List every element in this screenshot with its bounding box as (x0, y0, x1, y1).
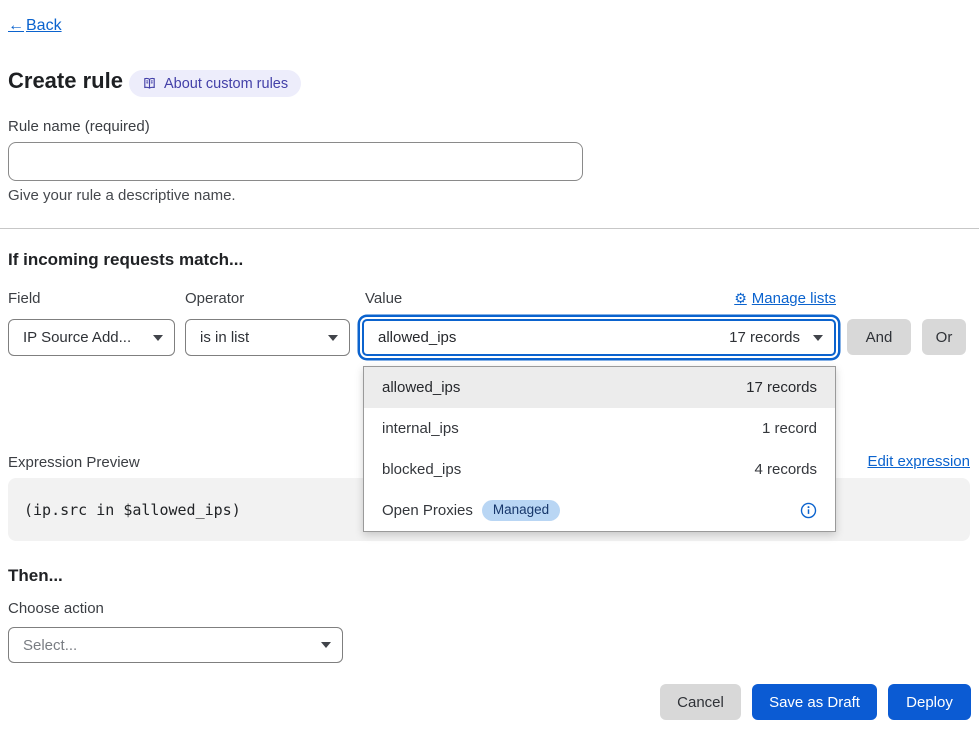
expression-code: (ip.src in $allowed_ips) (24, 501, 241, 519)
manage-lists-link[interactable]: ⚙ Manage lists (734, 290, 836, 307)
info-icon[interactable] (800, 502, 817, 519)
manage-lists-label: Manage lists (752, 290, 836, 307)
cancel-button[interactable]: Cancel (660, 684, 741, 720)
save-as-draft-button[interactable]: Save as Draft (752, 684, 877, 720)
field-select-value: IP Source Add... (23, 329, 131, 346)
option-records: 1 record (762, 420, 817, 437)
chevron-down-icon (153, 335, 163, 341)
dropdown-option-open-proxies[interactable]: Open Proxies Managed (364, 490, 835, 531)
value-select[interactable]: allowed_ips 17 records (362, 319, 836, 356)
option-name: internal_ips (382, 420, 459, 437)
value-select-value: allowed_ips (378, 329, 456, 346)
option-name: blocked_ips (382, 461, 461, 478)
back-link[interactable]: ← Back (8, 17, 62, 35)
option-records: 4 records (754, 461, 817, 478)
rule-name-label: Rule name (required) (8, 118, 150, 135)
value-dropdown-menu: allowed_ips 17 records internal_ips 1 re… (363, 366, 836, 532)
option-records: 17 records (746, 379, 817, 396)
gear-icon: ⚙ (734, 292, 747, 306)
managed-badge: Managed (482, 500, 560, 521)
page-title: Create rule (8, 68, 123, 94)
then-section-heading: Then... (8, 566, 63, 586)
about-badge-label: About custom rules (164, 76, 288, 92)
chevron-down-icon (321, 642, 331, 648)
expression-preview-label: Expression Preview (8, 454, 140, 471)
field-select[interactable]: IP Source Add... (8, 319, 175, 356)
option-name: allowed_ips (382, 379, 460, 396)
dropdown-option-blocked-ips[interactable]: blocked_ips 4 records (364, 449, 835, 490)
edit-expression-link[interactable]: Edit expression (867, 453, 970, 470)
and-button[interactable]: And (847, 319, 911, 355)
rule-name-helper: Give your rule a descriptive name. (8, 187, 236, 204)
dropdown-option-internal-ips[interactable]: internal_ips 1 record (364, 408, 835, 449)
field-column-label: Field (8, 290, 41, 307)
option-name: Open Proxies (382, 502, 473, 519)
operator-select-value: is in list (200, 329, 249, 346)
section-divider (0, 228, 979, 229)
book-icon (142, 76, 157, 91)
about-custom-rules-link[interactable]: About custom rules (129, 70, 301, 97)
rule-name-input[interactable] (8, 142, 583, 181)
value-column-label: Value (365, 290, 402, 307)
back-label: Back (26, 17, 62, 35)
action-select-placeholder: Select... (23, 637, 77, 654)
or-button[interactable]: Or (922, 319, 966, 355)
create-rule-page: ← Back Create rule About custom rules Ru… (0, 0, 979, 739)
choose-action-label: Choose action (8, 600, 104, 617)
operator-column-label: Operator (185, 290, 244, 307)
match-section-heading: If incoming requests match... (8, 250, 243, 270)
value-select-records: 17 records (729, 329, 800, 346)
operator-select[interactable]: is in list (185, 319, 350, 356)
deploy-button[interactable]: Deploy (888, 684, 971, 720)
chevron-down-icon (813, 335, 823, 341)
back-arrow-icon: ← (8, 17, 24, 35)
dropdown-option-allowed-ips[interactable]: allowed_ips 17 records (364, 367, 835, 408)
chevron-down-icon (328, 335, 338, 341)
action-select[interactable]: Select... (8, 627, 343, 663)
